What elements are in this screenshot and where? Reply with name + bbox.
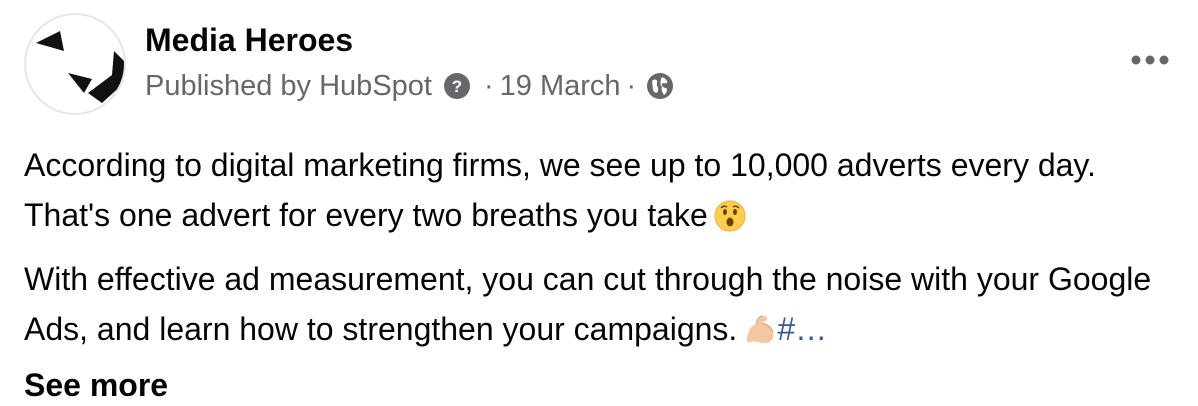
- page-avatar[interactable]: [24, 13, 126, 115]
- facebook-post: Media Heroes Published by HubSpot ? · 19…: [0, 0, 1198, 406]
- more-options-button[interactable]: [1128, 44, 1172, 76]
- publisher-label[interactable]: Published by HubSpot: [145, 68, 432, 104]
- svg-text:?: ?: [452, 77, 462, 96]
- flexed-biceps-emoji-icon: [743, 310, 777, 360]
- question-mark-icon[interactable]: ?: [443, 73, 470, 99]
- post-paragraph: According to digital marketing firms, we…: [24, 140, 1184, 246]
- post-meta: Published by HubSpot ? · 19 March ·: [145, 68, 674, 104]
- post-date-link[interactable]: 19 March: [500, 68, 621, 104]
- meta-separator: ·: [483, 70, 494, 102]
- ellipsis-icon: [1131, 55, 1169, 65]
- media-heroes-logo-icon: [36, 31, 124, 103]
- meta-separator: ·: [626, 70, 637, 102]
- globe-icon[interactable]: [646, 72, 674, 100]
- post-paragraph-text: With effective ad measurement, you can c…: [24, 261, 1152, 347]
- page-name-link[interactable]: Media Heroes: [145, 20, 674, 60]
- post-paragraph: With effective ad measurement, you can c…: [24, 254, 1184, 360]
- see-more-button[interactable]: See more: [24, 363, 168, 406]
- hashtag-link[interactable]: #…: [777, 311, 827, 347]
- post-body: According to digital marketing firms, we…: [24, 140, 1184, 406]
- post-paragraph-text: According to digital marketing firms, we…: [24, 147, 1096, 233]
- hushed-face-emoji-icon: [714, 196, 746, 246]
- post-header: Media Heroes Published by HubSpot ? · 19…: [145, 20, 674, 104]
